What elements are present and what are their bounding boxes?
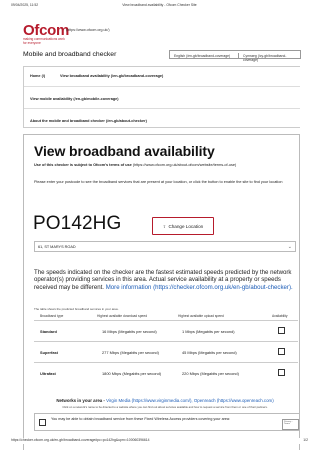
- change-location-label: Change Location: [168, 223, 204, 229]
- table-row: Ultrafast 1800 Mbps (Megabits per second…: [34, 362, 298, 383]
- row-type: Standard: [40, 329, 57, 334]
- network-links[interactable]: Virgin Media (https://www.virginmedia.co…: [106, 398, 274, 403]
- print-header: 09/04/2025, 11:52 View broadband availab…: [11, 3, 308, 9]
- nav-divider: [24, 108, 300, 109]
- address-select[interactable]: 61, ST MARYS ROAD ⌄: [34, 241, 296, 252]
- table-header-availability: Availability: [272, 314, 288, 318]
- nav-broadband-link[interactable]: View broadband availability (/en-gb/broa…: [60, 74, 163, 78]
- nav-home-link[interactable]: Home (/): [30, 74, 45, 78]
- print-page-number: 1/2: [303, 438, 308, 442]
- ofcom-logo[interactable]: Ofcom (https://www.ofcom.org.uk/) making…: [23, 22, 163, 46]
- lang-welsh-link[interactable]: Cymraeg (/cy-gb/broadband-coverage): [243, 54, 300, 62]
- language-switcher: English (/en-gb/broadband-coverage) Cymr…: [169, 50, 301, 62]
- nav-divider: [24, 86, 300, 87]
- intro-text: Please enter your postcode to see the br…: [34, 180, 283, 184]
- privacy-badge[interactable]: Privacy - Terms: [282, 419, 299, 430]
- lang-english-link[interactable]: English (/en-gb/broadband-coverage): [174, 54, 230, 58]
- terms-link[interactable]: (https://www.ofcom.org.uk/about-ofcom/we…: [132, 163, 236, 167]
- arrow-up-icon: ⇧: [162, 223, 167, 229]
- availability-checkbox[interactable]: [278, 348, 285, 355]
- postcode-display: PO142HG: [33, 213, 122, 234]
- networks-in-area: Networks in your area - Virgin Media (ht…: [34, 398, 296, 403]
- row-upload: 45 Mbps (Megabits per second): [182, 350, 237, 355]
- address-selected-value: 61, ST MARYS ROAD: [38, 245, 76, 249]
- row-download: 16 Mbps (Megabits per second): [102, 329, 157, 334]
- fwa-checkbox[interactable]: [39, 419, 46, 426]
- terms-prefix: Use of this checker is subject to Ofcom'…: [34, 163, 132, 167]
- row-type: Superfast: [40, 350, 58, 355]
- table-header-upload: Highest available upload speed: [178, 314, 224, 318]
- change-location-button[interactable]: ⇧ Change Location: [152, 217, 214, 235]
- row-upload: 220 Mbps (Megabits per second): [182, 371, 239, 376]
- lang-divider: [238, 52, 239, 59]
- print-footer: https://checker.ofcom.org.uk/en-gb/broad…: [11, 438, 308, 444]
- logo-link-text[interactable]: (https://www.ofcom.org.uk/): [66, 28, 110, 32]
- fwa-providers-box: You may be able to obtain broadband serv…: [34, 413, 300, 431]
- terms-notice: Use of this checker is subject to Ofcom'…: [34, 163, 296, 168]
- nav-about-link[interactable]: About the mobile and broadband checker (…: [30, 119, 147, 123]
- page-title: View broadband availability: [34, 143, 215, 159]
- print-url: https://checker.ofcom.org.uk/en-gb/broad…: [11, 438, 150, 442]
- networks-label: Networks in your area -: [56, 398, 107, 403]
- main-navigation: Home (/) View broadband availability (/e…: [23, 66, 300, 128]
- logo-tagline: making communications work for everyone: [23, 37, 65, 45]
- logo-tagline-line-2: for everyone: [23, 40, 41, 45]
- print-title: View broadband availability - Ofcom Chec…: [122, 3, 197, 7]
- availability-checkbox[interactable]: [278, 327, 285, 334]
- fwa-text: You may be able to obtain broadband serv…: [51, 417, 231, 421]
- table-row: Standard 16 Mbps (Megabits per second) 1…: [34, 320, 298, 341]
- availability-card: View broadband availability Use of this …: [23, 134, 300, 450]
- table-row: Superfast 277 Mbps (Megabits per second)…: [34, 341, 298, 362]
- table-header-download: Highest available download speed: [97, 314, 148, 318]
- speeds-disclaimer: The speeds indicated on the checker are …: [34, 269, 297, 291]
- row-download: 1800 Mbps (Megabits per second): [102, 371, 162, 376]
- table-header-type: Broadband type: [40, 314, 64, 318]
- table-caption: The table shows the predicted broadband …: [34, 307, 119, 311]
- networks-note: Click on a network's name to be directed…: [62, 405, 268, 409]
- site-bar: Mobile and broadband checker English (/e…: [23, 50, 301, 62]
- row-upload: 1 Mbps (Megabits per second): [182, 329, 235, 334]
- availability-checkbox[interactable]: [278, 369, 285, 376]
- nav-mobile-link[interactable]: View mobile availability (/en-gb/mobile-…: [30, 97, 119, 101]
- row-download: 277 Mbps (Megabits per second): [102, 350, 159, 355]
- site-title[interactable]: Mobile and broadband checker: [23, 51, 116, 58]
- chevron-down-icon: ⌄: [287, 243, 292, 250]
- more-information-link[interactable]: More information (https://checker.ofcom.…: [106, 284, 293, 291]
- row-type: Ultrafast: [40, 371, 56, 376]
